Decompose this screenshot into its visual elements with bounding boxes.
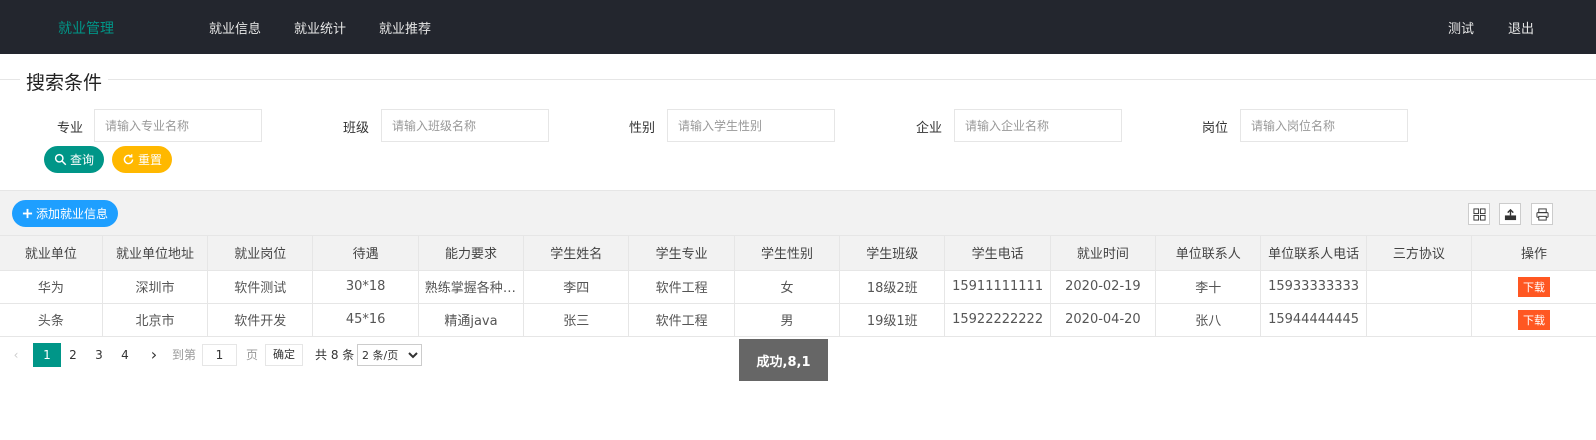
column-header[interactable]: 就业单位 [0,236,103,271]
column-header[interactable]: 操作 [1471,236,1596,271]
company-label: 企业 [916,121,943,136]
columns-icon [1472,207,1486,221]
class-label: 班级 [343,121,370,136]
column-header[interactable]: 学生姓名 [523,236,630,271]
table-cell: 精通java [418,303,525,337]
page-2[interactable]: 2 [63,343,83,367]
gender-input[interactable] [667,109,835,142]
table-cell: 女 [734,270,841,304]
table-cell: 深圳市 [102,270,209,304]
position-label: 岗位 [1202,121,1229,136]
nav-employment-recommend[interactable]: 就业推荐 [379,18,431,37]
employment-table: 就业单位 就业单位地址 就业岗位 待遇 能力要求 学生姓名 学生专业 学生性别 … [0,236,1596,337]
column-header[interactable]: 就业单位地址 [102,236,209,271]
goto-label: 到第 [172,348,197,362]
reset-label: 重置 [138,153,163,167]
table-cell: 男 [734,303,841,337]
page-1[interactable]: 1 [33,343,61,367]
column-header[interactable]: 学生电话 [944,236,1051,271]
table-cell: 软件工程 [628,270,735,304]
table-cell: 15944444445 [1260,303,1367,337]
table-cell: 15911111111 [944,270,1051,304]
column-header[interactable]: 学生班级 [839,236,946,271]
export-icon [1504,208,1516,220]
query-button[interactable]: 查询 [44,146,105,173]
add-employment-label: 添加就业信息 [36,207,109,221]
columns-filter-button[interactable] [1468,203,1490,225]
column-header[interactable]: 就业岗位 [207,236,314,271]
plus-icon [22,208,33,219]
table-cell [1366,270,1473,304]
table-cell: 2020-02-19 [1050,270,1157,304]
fieldset-border [0,79,1596,80]
logout-link[interactable]: 退出 [1508,18,1534,37]
page-4[interactable]: 4 [115,343,135,367]
table-cell: 18级2班 [839,270,946,304]
table-row[interactable]: 华为 深圳市 软件测试 30*18 熟练掌握各种测试工具 李四 软件工程 女 1… [0,270,1596,304]
column-header[interactable]: 学生专业 [628,236,735,271]
column-header[interactable]: 单位联系人 [1155,236,1262,271]
table-cell: 张三 [523,303,630,337]
refresh-icon [123,154,134,165]
table-cell: 华为 [0,270,103,304]
table-cell: 北京市 [102,303,209,337]
table-cell: 熟练掌握各种测试工具 [418,270,525,304]
page-size-select[interactable]: 2 条/页 [357,344,422,366]
page-number-input[interactable] [202,344,237,366]
column-header[interactable]: 能力要求 [418,236,525,271]
table-cell: 李十 [1155,270,1262,304]
table-cell: 15933333333 [1260,270,1367,304]
column-header[interactable]: 三方协议 [1366,236,1473,271]
query-label: 查询 [70,153,95,167]
page-unit-label: 页 [246,348,259,362]
print-button[interactable] [1531,203,1553,225]
total-count: 共 8 条 [315,348,355,362]
table-header-row: 就业单位 就业单位地址 就业岗位 待遇 能力要求 学生姓名 学生专业 学生性别 … [0,236,1596,271]
column-header[interactable]: 就业时间 [1050,236,1157,271]
search-icon [54,153,67,166]
table-toolbar [0,190,1596,236]
prev-page-icon[interactable]: ‹ [8,343,24,367]
column-header[interactable]: 待遇 [312,236,419,271]
print-icon [1535,207,1549,221]
table-cell: 软件工程 [628,303,735,337]
add-employment-button[interactable]: 添加就业信息 [12,200,119,227]
position-input[interactable] [1240,109,1408,142]
top-header: 就业管理 就业信息 就业统计 就业推荐 测试 退出 [0,0,1596,54]
table-row[interactable]: 头条 北京市 软件开发 45*16 精通java 张三 软件工程 男 19级1班… [0,303,1596,337]
table-cell: 2020-04-20 [1050,303,1157,337]
table-cell: 下载 [1471,303,1596,337]
export-button[interactable] [1499,203,1521,225]
app-logo[interactable]: 就业管理 [58,18,114,38]
gender-label: 性别 [629,121,656,136]
nav-employment-stats[interactable]: 就业统计 [294,18,346,37]
major-input[interactable] [94,109,262,142]
table-cell: 软件测试 [207,270,314,304]
column-header[interactable]: 学生性别 [734,236,841,271]
major-label: 专业 [57,121,84,136]
class-input[interactable] [381,109,549,142]
table-cell: 下载 [1471,270,1596,304]
user-menu[interactable]: 测试 [1448,18,1474,37]
table-cell: 张八 [1155,303,1262,337]
page-3[interactable]: 3 [89,343,109,367]
table-cell: 李四 [523,270,630,304]
next-page-icon[interactable]: › [146,343,162,367]
table-cell: 30*18 [312,270,419,304]
toast-message: 成功,8,1 [739,339,828,381]
table-cell: 软件开发 [207,303,314,337]
company-input[interactable] [954,109,1122,142]
nav-employment-info[interactable]: 就业信息 [209,18,261,37]
download-button[interactable]: 下载 [1518,309,1551,330]
table-cell: 45*16 [312,303,419,337]
column-header[interactable]: 单位联系人电话 [1260,236,1367,271]
table-cell [1366,303,1473,337]
search-legend: 搜索条件 [20,68,109,95]
download-button[interactable]: 下载 [1518,276,1551,297]
table-cell: 19级1班 [839,303,946,337]
table-cell: 头条 [0,303,103,337]
reset-button[interactable]: 重置 [112,146,173,173]
confirm-page-button[interactable]: 确定 [265,344,303,366]
table-cell: 15922222222 [944,303,1051,337]
